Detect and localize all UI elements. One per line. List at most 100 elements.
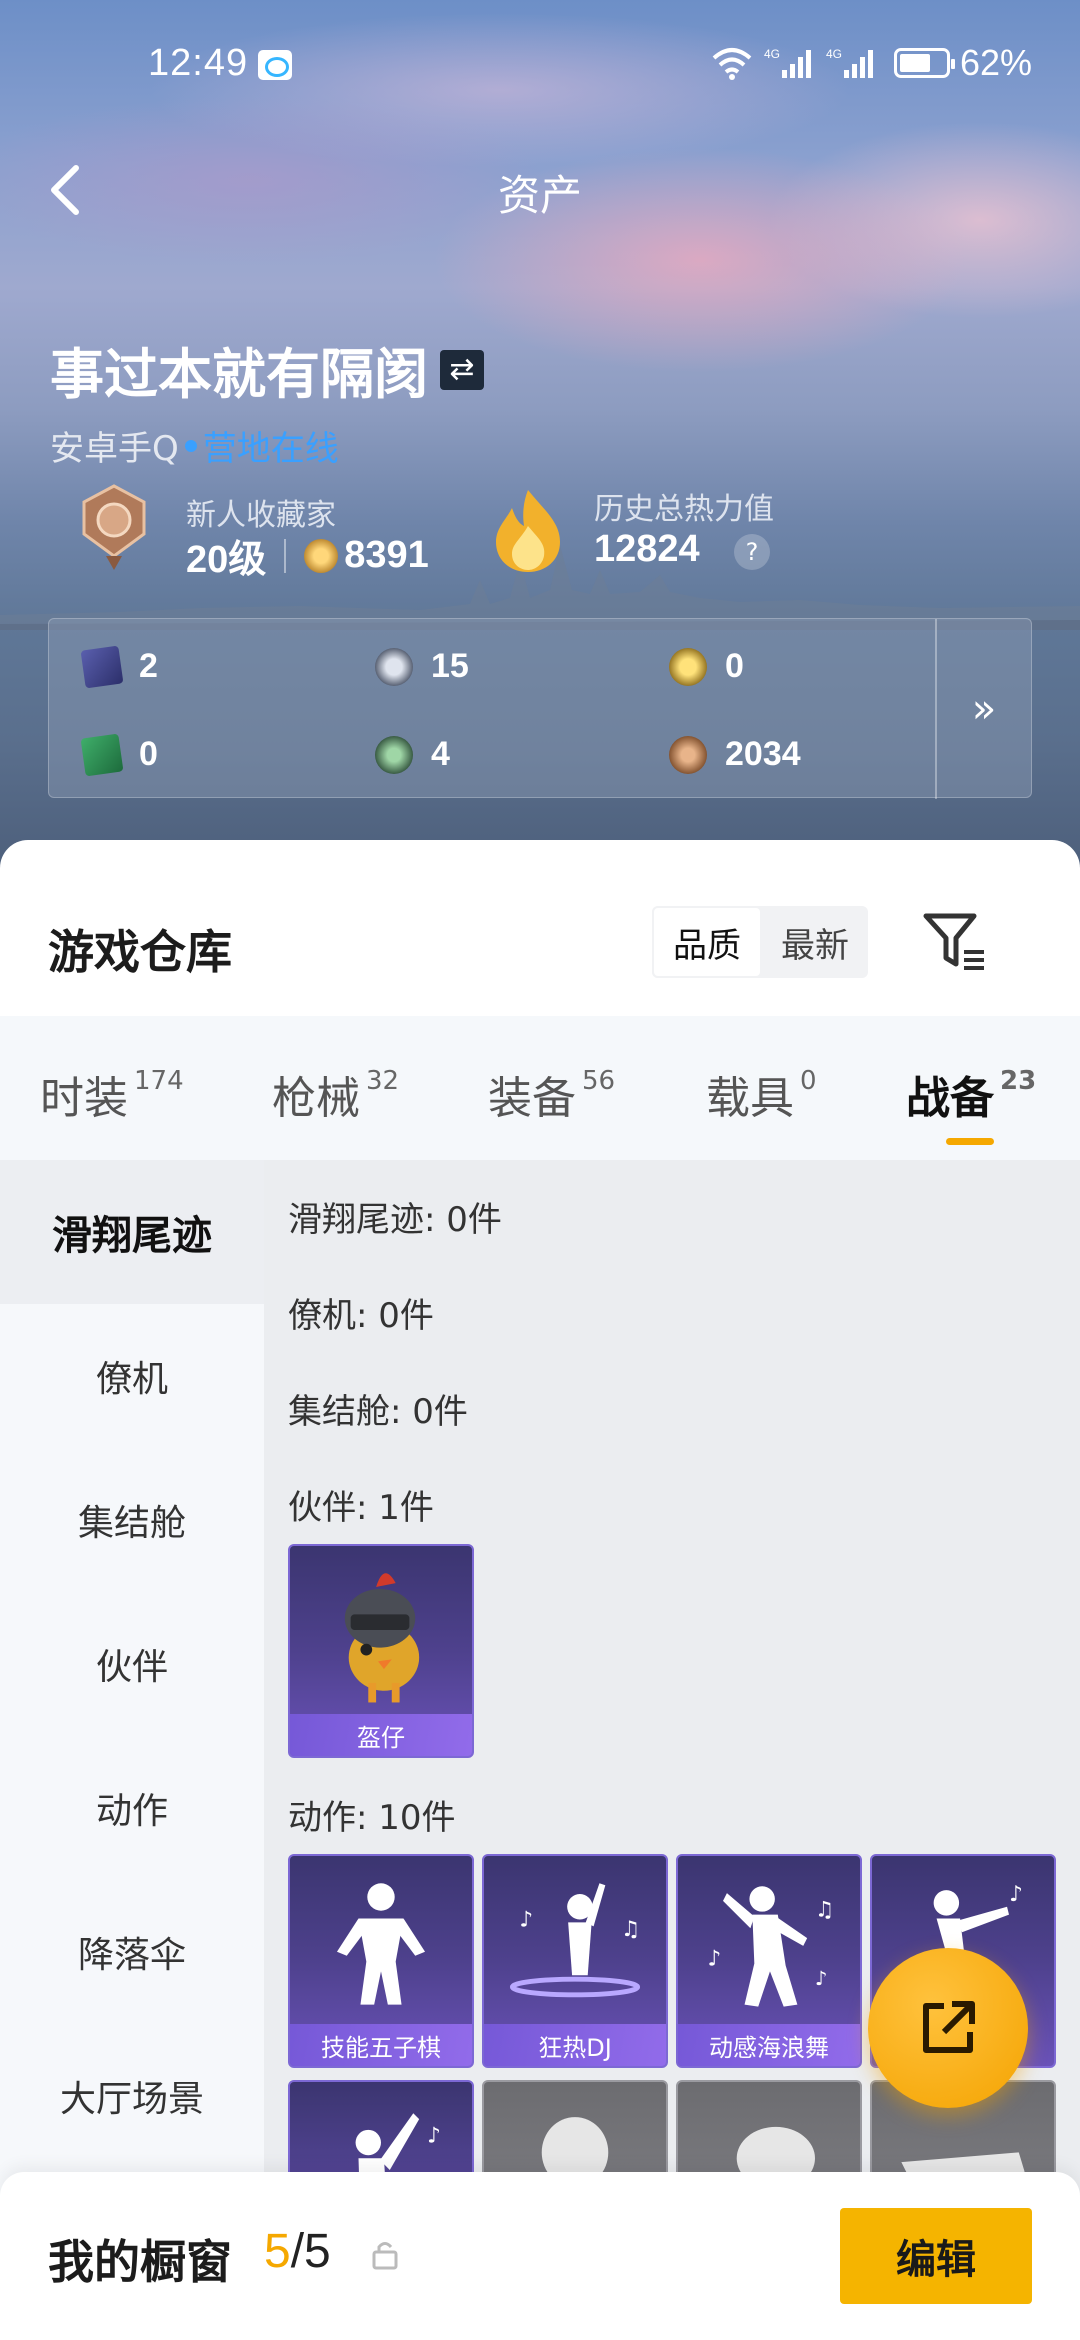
tab-equipment[interactable]: 装备 56 xyxy=(488,1062,615,1126)
svg-text:4G: 4G xyxy=(764,47,780,61)
status-time: 12:49 xyxy=(148,42,249,84)
stats-row: 新人收藏家 20级 8391 历史总热力值 12824 ? xyxy=(0,480,1080,590)
green-ticket-icon xyxy=(80,733,124,776)
chat-notification-icon xyxy=(258,50,292,80)
lock-icon xyxy=(372,2242,398,2270)
status-indicators: 4G 4G 62% xyxy=(710,42,1032,84)
battery-icon xyxy=(893,48,955,78)
platform-label: 安卓手Q xyxy=(50,429,179,469)
filter-icon[interactable] xyxy=(920,906,990,976)
rank-medal-icon xyxy=(82,484,146,570)
sidebar-item-wingman[interactable]: 僚机 xyxy=(0,1304,264,1448)
item-card-label: 盔仔 xyxy=(290,1714,472,1756)
showcase-bar: 我的橱窗 5/5 编辑 xyxy=(0,2172,1080,2340)
sidebar-item-partner[interactable]: 伙伴 xyxy=(0,1592,264,1736)
edit-showcase-button[interactable]: 编辑 xyxy=(840,2208,1032,2304)
top-nav: 资产 xyxy=(0,150,1080,230)
currency-panel[interactable]: 2 15 0 0 4 2034 » xyxy=(48,618,1032,799)
heat-title: 历史总热力值 xyxy=(594,492,774,527)
status-bar: 12:49 4G 4G 62% xyxy=(0,0,1080,130)
currency-item: 2 xyxy=(80,645,158,688)
sidebar-item-pod[interactable]: 集结舱 xyxy=(0,1448,264,1592)
showcase-label: 我的橱窗 xyxy=(48,2235,232,2289)
item-card-label: 技能五子棋 xyxy=(290,2024,472,2066)
svg-text:♪: ♪ xyxy=(1009,1882,1023,1907)
showcase-count: 5/5 xyxy=(264,2225,331,2278)
share-fab-button[interactable] xyxy=(868,1948,1028,2108)
section-wingman: 僚机: 0件 xyxy=(288,1296,434,1336)
currency-item: 4 xyxy=(375,735,450,774)
flame-icon xyxy=(496,490,560,572)
svg-text:4G: 4G xyxy=(826,47,842,61)
sidebar: 滑翔尾迹 僚机 集结舱 伙伴 动作 降落伞 大厅场景 xyxy=(0,1160,264,2220)
divider xyxy=(284,538,287,573)
section-glide-trail: 滑翔尾迹: 0件 xyxy=(288,1200,502,1240)
item-card-partner[interactable]: 盔仔 xyxy=(288,1544,474,1758)
currency-value: 4 xyxy=(431,735,450,773)
svg-text:♪: ♪ xyxy=(815,1967,827,1990)
tab-readiness[interactable]: 战备 23 xyxy=(906,1062,1036,1126)
sidebar-item-emote[interactable]: 动作 xyxy=(0,1736,264,1880)
signal-icon-1: 4G xyxy=(764,47,811,78)
section-pod: 集结舱: 0件 xyxy=(288,1392,468,1432)
bronze-coin-icon xyxy=(669,735,707,774)
coin-icon xyxy=(304,538,339,573)
currency-item: 2034 xyxy=(669,735,801,774)
svg-text:♫: ♫ xyxy=(815,1898,834,1923)
switch-account-icon[interactable]: ⇄ xyxy=(440,349,484,390)
currency-value: 2 xyxy=(139,647,158,685)
sort-latest-button[interactable]: 最新 xyxy=(762,906,868,978)
section-emote: 动作: 10件 xyxy=(288,1798,456,1838)
share-external-icon xyxy=(923,2001,975,2053)
svg-text:♪: ♪ xyxy=(707,1946,721,1971)
currency-value: 15 xyxy=(431,647,469,685)
help-icon[interactable]: ? xyxy=(734,534,770,570)
signal-icon-2: 4G xyxy=(826,47,873,78)
level-value: 20级 xyxy=(186,539,267,581)
sidebar-item-lobby-scene[interactable]: 大厅场景 xyxy=(0,2024,264,2168)
silver-coin-icon xyxy=(375,647,413,686)
sidebar-item-parachute[interactable]: 降落伞 xyxy=(0,1880,264,2024)
profile-block: 事过本就有隔阂 ⇄ 安卓手Q 营地在线 xyxy=(50,330,484,470)
currency-value: 0 xyxy=(725,647,744,685)
tab-fashion[interactable]: 时装 174 xyxy=(40,1062,184,1126)
sidebar-item-glide-trail[interactable]: 滑翔尾迹 xyxy=(0,1160,264,1304)
item-card-label: 动感海浪舞 xyxy=(678,2024,860,2066)
gem-icon xyxy=(375,735,413,774)
warehouse-title: 游戏仓库 xyxy=(48,925,232,979)
item-card-emote[interactable]: ♪ ♫ ♪ 动感海浪舞 xyxy=(676,1854,862,2068)
svg-text:♪: ♪ xyxy=(519,1907,533,1932)
item-card-label: 狂热DJ xyxy=(484,2024,666,2066)
online-status[interactable]: 营地在线 xyxy=(203,421,339,470)
coin-value: 8391 xyxy=(344,534,429,576)
online-dot-icon xyxy=(184,439,197,452)
svg-text:♪: ♪ xyxy=(427,2124,441,2149)
item-card-emote[interactable]: ♪ ♫ 狂热DJ xyxy=(482,1854,668,2068)
dancer-silhouette-image xyxy=(336,1883,426,2005)
wave-dance-silhouette-image: ♪ ♫ ♪ xyxy=(707,1886,834,2007)
active-tab-indicator xyxy=(946,1138,994,1145)
tab-weapons[interactable]: 枪械 32 xyxy=(272,1062,399,1126)
category-tabs: 时装 174 枪械 32 装备 56 载具 0 战备 23 xyxy=(0,1016,1080,1160)
heat-value: 12824 xyxy=(594,528,700,570)
gold-coin-icon xyxy=(669,647,707,686)
warehouse-header: 游戏仓库 品质 最新 xyxy=(0,840,1080,1016)
section-partner: 伙伴: 1件 xyxy=(288,1488,434,1528)
battery-percent: 62% xyxy=(959,42,1032,83)
currency-item: 0 xyxy=(80,733,158,776)
currency-value: 2034 xyxy=(725,735,801,773)
expand-currency-button[interactable]: » xyxy=(935,619,1031,799)
svg-text:♫: ♫ xyxy=(621,1917,640,1942)
username: 事过本就有隔阂 xyxy=(50,343,428,406)
sort-quality-button[interactable]: 品质 xyxy=(652,906,762,978)
currency-value: 0 xyxy=(139,735,158,773)
dj-silhouette-image: ♪ ♫ xyxy=(509,1883,640,1998)
item-card-emote[interactable]: 技能五子棋 xyxy=(288,1854,474,2068)
wifi-icon xyxy=(712,48,752,80)
card-currency-icon xyxy=(80,645,124,688)
tab-vehicles[interactable]: 载具 0 xyxy=(706,1062,817,1126)
currency-item: 0 xyxy=(669,647,744,686)
sort-toggle: 品质 最新 xyxy=(652,906,868,978)
page-title: 资产 xyxy=(497,171,582,220)
currency-item: 15 xyxy=(375,647,469,686)
